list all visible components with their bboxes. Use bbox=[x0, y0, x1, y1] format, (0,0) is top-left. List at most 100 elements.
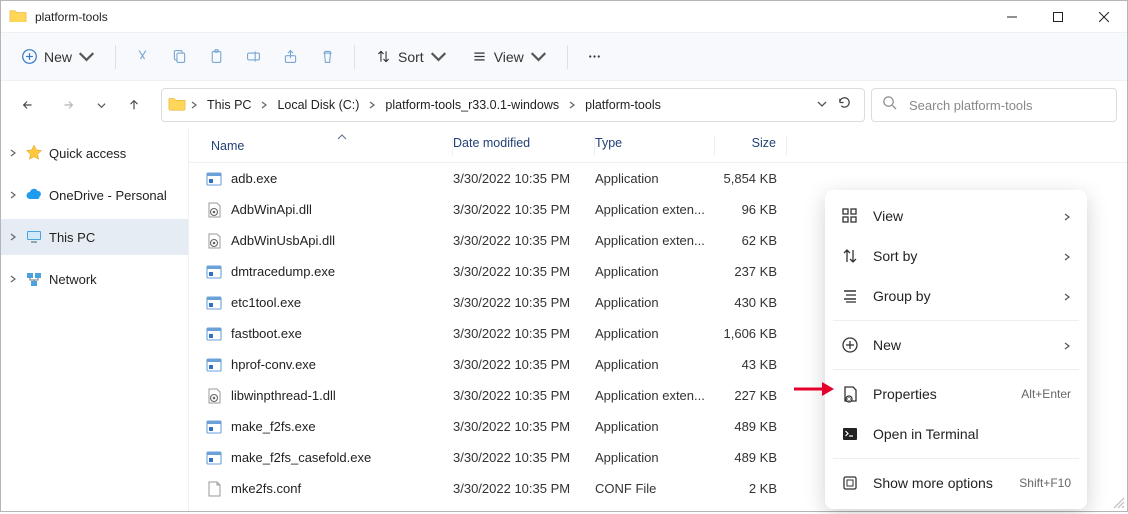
back-button[interactable] bbox=[11, 88, 45, 122]
file-size: 489 KB bbox=[715, 419, 787, 434]
chevron-right-icon[interactable] bbox=[7, 233, 19, 241]
dropdown-button[interactable] bbox=[817, 96, 827, 114]
file-date: 3/30/2022 10:35 PM bbox=[453, 450, 595, 465]
context-properties[interactable]: Properties Alt+Enter bbox=[831, 374, 1081, 414]
file-name: mke2fs.conf bbox=[231, 481, 453, 496]
address-bar-row: This PC Local Disk (C:) platform-tools_r… bbox=[1, 81, 1127, 129]
address-bar[interactable]: This PC Local Disk (C:) platform-tools_r… bbox=[161, 88, 865, 122]
file-icon bbox=[205, 418, 223, 436]
command-bar: New Sort View bbox=[1, 33, 1127, 81]
column-name[interactable]: Name bbox=[205, 136, 453, 156]
title-bar: platform-tools bbox=[1, 1, 1127, 33]
folder-icon bbox=[9, 8, 27, 26]
file-type: Application bbox=[595, 357, 715, 372]
new-label: New bbox=[44, 49, 72, 65]
breadcrumb-disk[interactable]: Local Disk (C:) bbox=[272, 95, 364, 115]
file-type: Application bbox=[595, 264, 715, 279]
chevron-right-icon[interactable] bbox=[7, 275, 19, 283]
file-date: 3/30/2022 10:35 PM bbox=[453, 481, 595, 496]
file-type: Application exten... bbox=[595, 233, 715, 248]
more-button[interactable] bbox=[578, 40, 611, 74]
file-date: 3/30/2022 10:35 PM bbox=[453, 202, 595, 217]
file-name: etc1tool.exe bbox=[231, 295, 453, 310]
file-type: Application bbox=[595, 295, 715, 310]
column-type[interactable]: Type bbox=[595, 136, 715, 156]
folder-icon bbox=[168, 95, 186, 116]
breadcrumb-thispc[interactable]: This PC bbox=[202, 95, 256, 115]
recent-locations-button[interactable] bbox=[91, 88, 111, 122]
sort-icon bbox=[841, 247, 859, 265]
star-icon bbox=[25, 144, 43, 162]
context-menu: View Sort by Group by New bbox=[825, 190, 1087, 509]
chevron-right-icon[interactable] bbox=[368, 96, 376, 114]
chevron-right-icon[interactable] bbox=[7, 191, 19, 199]
view-button[interactable]: View bbox=[461, 40, 557, 74]
chevron-right-icon[interactable] bbox=[260, 96, 268, 114]
search-box[interactable] bbox=[871, 88, 1117, 122]
cut-button[interactable] bbox=[126, 40, 159, 74]
rename-button[interactable] bbox=[237, 40, 270, 74]
file-date: 3/30/2022 10:35 PM bbox=[453, 233, 595, 248]
chevron-right-icon[interactable] bbox=[568, 96, 576, 114]
close-button[interactable] bbox=[1081, 1, 1127, 33]
annotation-arrow-icon bbox=[794, 379, 834, 404]
sort-label: Sort bbox=[398, 49, 424, 65]
separator bbox=[115, 45, 116, 69]
file-size: 96 KB bbox=[715, 202, 787, 217]
file-icon bbox=[205, 480, 223, 498]
file-name: adb.exe bbox=[231, 171, 453, 186]
file-icon bbox=[205, 294, 223, 312]
context-sort[interactable]: Sort by bbox=[831, 236, 1081, 276]
cloud-icon bbox=[25, 186, 43, 204]
file-date: 3/30/2022 10:35 PM bbox=[453, 326, 595, 341]
context-open-terminal[interactable]: Open in Terminal bbox=[831, 414, 1081, 454]
menu-separator bbox=[833, 320, 1079, 321]
share-button[interactable] bbox=[274, 40, 307, 74]
paste-button[interactable] bbox=[200, 40, 233, 74]
sidebar-label: This PC bbox=[49, 230, 95, 245]
copy-button[interactable] bbox=[163, 40, 196, 74]
file-name: dmtracedump.exe bbox=[231, 264, 453, 279]
up-button[interactable] bbox=[117, 88, 151, 122]
file-name: AdbWinUsbApi.dll bbox=[231, 233, 453, 248]
new-icon bbox=[841, 336, 859, 354]
minimize-button[interactable] bbox=[989, 1, 1035, 33]
refresh-button[interactable] bbox=[837, 95, 852, 115]
sidebar-item-onedrive[interactable]: OneDrive - Personal bbox=[1, 177, 188, 213]
context-group[interactable]: Group by bbox=[831, 276, 1081, 316]
new-button[interactable]: New bbox=[11, 40, 105, 74]
file-icon bbox=[205, 325, 223, 343]
sort-button[interactable]: Sort bbox=[365, 40, 457, 74]
sidebar-label: Network bbox=[49, 272, 97, 287]
chevron-right-icon[interactable] bbox=[7, 149, 19, 157]
column-date[interactable]: Date modified bbox=[453, 136, 595, 156]
column-size[interactable]: Size bbox=[715, 136, 787, 156]
resize-handle-icon[interactable] bbox=[1111, 495, 1125, 509]
chevron-right-icon bbox=[1063, 248, 1071, 264]
chevron-right-icon[interactable] bbox=[190, 96, 198, 114]
sidebar-item-thispc[interactable]: This PC bbox=[1, 219, 188, 255]
file-type: CONF File bbox=[595, 481, 715, 496]
file-icon bbox=[205, 201, 223, 219]
file-date: 3/30/2022 10:35 PM bbox=[453, 419, 595, 434]
file-icon bbox=[205, 387, 223, 405]
separator bbox=[354, 45, 355, 69]
file-icon bbox=[205, 356, 223, 374]
sidebar-item-network[interactable]: Network bbox=[1, 261, 188, 297]
menu-separator bbox=[833, 369, 1079, 370]
network-icon bbox=[25, 270, 43, 288]
context-new[interactable]: New bbox=[831, 325, 1081, 365]
context-view[interactable]: View bbox=[831, 196, 1081, 236]
forward-button[interactable] bbox=[51, 88, 85, 122]
window-title: platform-tools bbox=[35, 10, 108, 24]
sidebar-item-quickaccess[interactable]: Quick access bbox=[1, 135, 188, 171]
maximize-button[interactable] bbox=[1035, 1, 1081, 33]
search-input[interactable] bbox=[907, 97, 1106, 114]
file-icon bbox=[205, 449, 223, 467]
file-type: Application bbox=[595, 419, 715, 434]
delete-button[interactable] bbox=[311, 40, 344, 74]
breadcrumb-folder1[interactable]: platform-tools_r33.0.1-windows bbox=[380, 95, 564, 115]
breadcrumb-folder2[interactable]: platform-tools bbox=[580, 95, 666, 115]
file-type: Application bbox=[595, 326, 715, 341]
context-show-more[interactable]: Show more options Shift+F10 bbox=[831, 463, 1081, 503]
